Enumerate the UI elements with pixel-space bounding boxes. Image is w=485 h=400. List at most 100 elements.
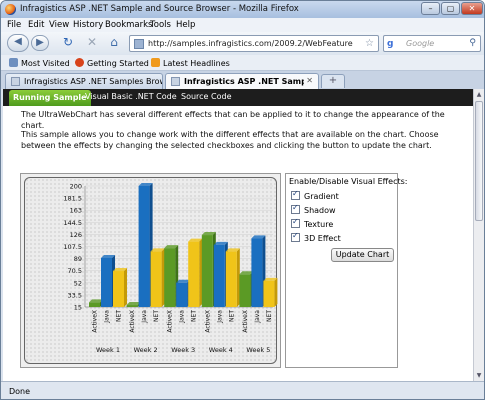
tab-samples-browser[interactable]: Infragistics ASP .NET Samples Brow... (5, 73, 163, 89)
tab-bar: Infragistics ASP .NET Samples Brow... In… (1, 71, 484, 89)
tab-sample-source[interactable]: Infragistics ASP .NET Sample and ... ✕ (165, 73, 319, 89)
3d-effect-checkbox[interactable] (291, 231, 300, 242)
bar-side (236, 248, 240, 307)
series-tick-label: ActiveX (167, 310, 174, 333)
menu-bar: File Edit View History Bookmarks Tools H… (1, 18, 484, 32)
bar-side (199, 238, 203, 307)
minimize-button[interactable]: – (421, 2, 440, 15)
bar (251, 238, 263, 307)
bookmark-star-icon[interactable]: ☆ (365, 38, 374, 49)
url-text[interactable]: http://samples.infragistics.com/2009.2/W… (148, 39, 353, 48)
y-tick-label: 144.5 (63, 219, 82, 227)
back-button[interactable]: ◀ (7, 34, 29, 52)
menu-bookmarks[interactable]: Bookmarks (105, 20, 153, 30)
y-tick-label: 200 (70, 183, 82, 191)
bookmark-latest-headlines[interactable]: Latest Headlines (151, 58, 230, 68)
tab-running-sample[interactable]: Running Sample (9, 90, 91, 106)
firefox-icon (5, 4, 16, 15)
update-chart-button[interactable]: Update Chart (331, 248, 394, 262)
menu-view[interactable]: View (49, 20, 69, 30)
shadow-checkbox[interactable] (291, 203, 300, 214)
tab-label: Infragistics ASP .NET Sample and ... (184, 77, 304, 86)
gradient-option[interactable]: Gradient (291, 189, 339, 201)
bar (201, 235, 213, 307)
y-tick-label: 163 (70, 207, 82, 215)
category-label: Week 4 (209, 346, 233, 354)
bar-side (274, 277, 278, 307)
bookmark-getting-started[interactable]: Getting Started (75, 58, 149, 68)
menu-file[interactable]: File (7, 20, 21, 30)
menu-tools[interactable]: Tools (150, 20, 171, 30)
series-tick-label: ActiveX (242, 310, 249, 333)
bookmark-label: Most Visited (21, 59, 70, 68)
scroll-thumb[interactable] (475, 101, 483, 221)
tab-vb-code[interactable]: Visual Basic .NET Code (85, 92, 177, 101)
window-title: Infragistics ASP .NET Sample and Source … (20, 4, 299, 14)
effects-heading: Enable/Disable Visual Effects: (289, 177, 408, 186)
texture-option[interactable]: Texture (291, 217, 333, 229)
effects-panel: Enable/Disable Visual Effects: Gradient … (285, 173, 407, 368)
scroll-down-icon[interactable]: ▼ (474, 370, 484, 381)
series-tick-label: NET (266, 310, 273, 322)
category-label: Week 1 (96, 346, 120, 354)
rss-icon (151, 58, 160, 67)
bookmarks-toolbar: Most Visited Getting Started Latest Head… (1, 55, 484, 71)
tab-source-code[interactable]: Source Code (181, 92, 232, 101)
bar-side (161, 248, 165, 307)
tab-close-icon[interactable]: ✕ (306, 76, 313, 85)
series-tick-label: NET (228, 310, 235, 322)
y-tick-label: 107.5 (63, 243, 82, 251)
new-tab-button[interactable]: + (321, 74, 345, 88)
shadow-option[interactable]: Shadow (291, 203, 336, 215)
texture-checkbox[interactable] (291, 217, 300, 228)
bookmark-label: Latest Headlines (163, 59, 230, 68)
tab-favicon (171, 77, 180, 86)
bar (188, 241, 200, 307)
getting-started-icon (75, 58, 84, 67)
menu-help[interactable]: Help (176, 20, 195, 30)
y-tick-label: 52 (74, 279, 82, 287)
maximize-button[interactable]: ▢ (441, 2, 460, 15)
page-content: Running Sample Visual Basic .NET Code So… (3, 89, 473, 381)
series-tick-label: Java (141, 310, 148, 324)
menu-edit[interactable]: Edit (28, 20, 44, 30)
search-placeholder: Google (406, 39, 435, 48)
option-label: Gradient (304, 192, 339, 201)
reload-icon[interactable]: ↻ (59, 35, 77, 51)
bar (225, 251, 237, 307)
stop-icon[interactable]: ✕ (83, 35, 101, 51)
bar (164, 248, 176, 307)
chart-container: 200 181.5 163 144.5 126 107.5 89 70.5 52 33.5 15 Ac… (20, 173, 281, 368)
home-icon[interactable]: ⌂ (105, 35, 123, 51)
series-tick-label: NET (153, 310, 160, 322)
bookmark-most-visited[interactable]: Most Visited (9, 58, 70, 68)
option-label: Shadow (304, 206, 336, 215)
address-bar[interactable]: http://samples.infragistics.com/2009.2/W… (129, 35, 379, 52)
gradient-checkbox[interactable] (291, 189, 300, 200)
series-tick-label: Java (216, 310, 223, 324)
option-label: 3D Effect (304, 234, 341, 243)
google-icon[interactable]: g (387, 39, 397, 49)
site-favicon (134, 39, 144, 49)
menu-history[interactable]: History (73, 20, 103, 30)
3d-effect-option[interactable]: 3D Effect (291, 231, 341, 243)
vertical-scrollbar[interactable]: ▲ ▼ (473, 89, 484, 381)
tab-label: Infragistics ASP .NET Samples Brow... (24, 77, 163, 86)
y-tick-label: 126 (70, 231, 82, 239)
forward-button[interactable]: ▶ (31, 35, 49, 51)
category-label: Week 3 (171, 346, 195, 354)
chart-area: 200 181.5 163 144.5 126 107.5 89 70.5 52 33.5 15 Ac… (24, 177, 278, 364)
bar (138, 186, 150, 307)
bar (176, 282, 188, 307)
close-button[interactable]: ✕ (461, 2, 483, 15)
most-visited-icon (9, 58, 18, 67)
series-tick-label: Java (179, 310, 186, 324)
bar (126, 305, 138, 307)
series-tick-label: Java (104, 310, 111, 324)
navigation-toolbar: ◀ ▶ ↻ ✕ ⌂ http://samples.infragistics.co… (1, 32, 484, 55)
y-tick-label: 181.5 (63, 195, 82, 203)
series-tick-label: ActiveX (92, 310, 99, 333)
scroll-up-icon[interactable]: ▲ (474, 89, 484, 100)
search-icon[interactable]: ⚲ (469, 38, 476, 48)
search-box[interactable]: g Google ⚲ (383, 35, 481, 52)
